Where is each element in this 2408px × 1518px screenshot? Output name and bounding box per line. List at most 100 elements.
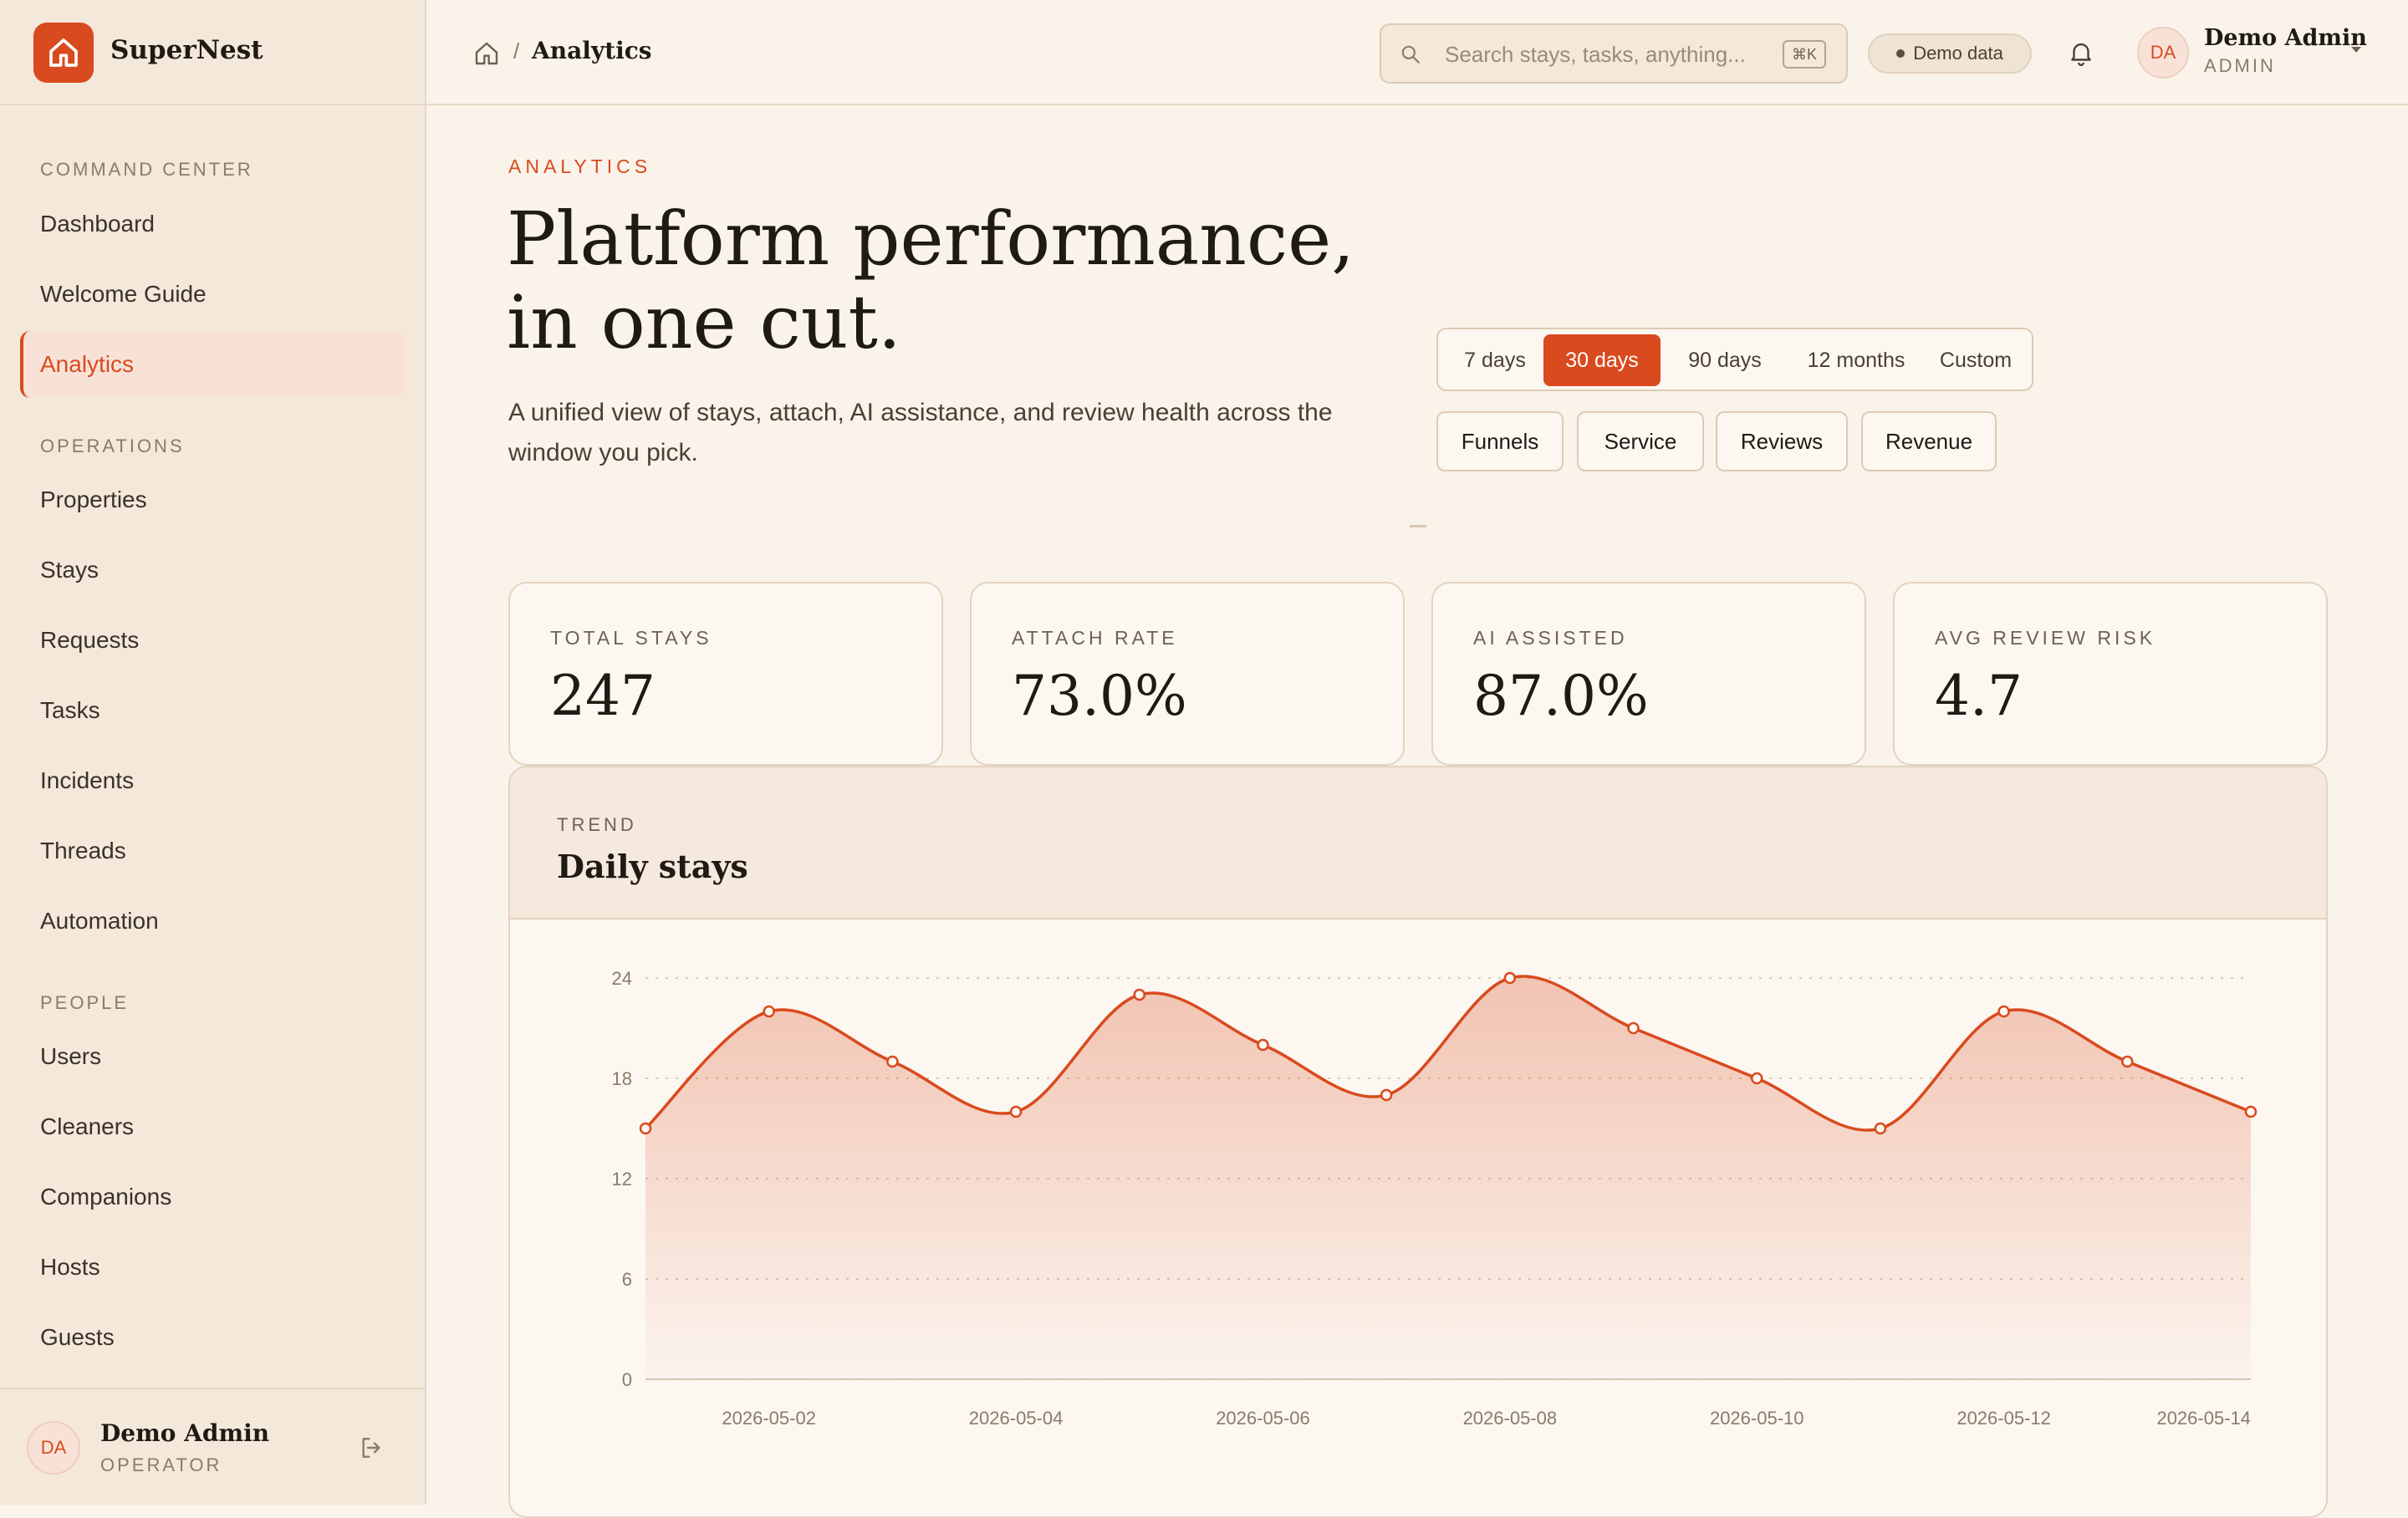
bell-icon[interactable] [2067, 38, 2095, 67]
page-title-line1: Platform performance, [507, 196, 1355, 282]
sidebar-item-properties[interactable]: Properties [20, 466, 406, 533]
x-tick-label: 2026-05-12 [1956, 1408, 2051, 1429]
range-90-days[interactable]: 90 days [1664, 334, 1786, 386]
data-point [1380, 1088, 1393, 1102]
footer-user-role: OPERATOR [100, 1454, 222, 1475]
kpi-card-attach-rate: ATTACH RATE 73.0% [970, 582, 1405, 766]
data-point [639, 1122, 652, 1135]
sidebar-item-hosts[interactable]: Hosts [20, 1234, 406, 1301]
kpi-label: AI ASSISTED [1473, 627, 1628, 649]
kpi-label: ATTACH RATE [1012, 627, 1178, 649]
nav-section-people: PEOPLE [40, 992, 130, 1013]
search-placeholder: Search stays, tasks, anything... [1445, 42, 1746, 67]
search-input[interactable]: Search stays, tasks, anything... ⌘K [1380, 23, 1848, 84]
logout-icon[interactable] [358, 1434, 385, 1461]
chart-header: TREND Daily stays [510, 767, 2326, 919]
status-dot [1896, 49, 1905, 58]
header-user-name[interactable]: Demo Admin [2204, 25, 2367, 51]
data-point [1133, 988, 1146, 1001]
sidebar-item-threads[interactable]: Threads [20, 818, 406, 884]
chart-eyebrow: TREND [557, 814, 637, 835]
data-point [763, 1005, 775, 1018]
data-point [1874, 1122, 1887, 1135]
sidebar-item-label: Tasks [40, 697, 100, 723]
sidebar-item-label: Incidents [40, 767, 135, 793]
demo-data-label: Demo data [1913, 43, 2003, 64]
sidebar-item-cleaners[interactable]: Cleaners [20, 1093, 406, 1160]
sidebar-item-label: Cleaners [40, 1113, 135, 1139]
x-tick-label: 2026-05-04 [969, 1408, 1064, 1429]
sidebar-item-label: Analytics [40, 351, 135, 377]
sidebar-item-label: Users [40, 1043, 102, 1069]
home-icon [33, 23, 94, 83]
chart-title: Daily stays [557, 848, 748, 885]
sidebar-item-tasks[interactable]: Tasks [20, 677, 406, 744]
sidebar-item-welcome-guide[interactable]: Welcome Guide [20, 261, 406, 328]
x-tick-label: 2026-05-14 [2156, 1408, 2251, 1429]
sidebar-item-label: Properties [40, 486, 147, 512]
range-custom[interactable]: Custom [1923, 334, 2028, 386]
sidebar-item-incidents[interactable]: Incidents [20, 747, 406, 814]
sidebar-item-requests[interactable]: Requests [20, 607, 406, 674]
page-eyebrow: ANALYTICS [508, 155, 652, 177]
sidebar-item-automation[interactable]: Automation [20, 888, 406, 955]
avatar[interactable]: DA [27, 1421, 80, 1475]
sidebar-item-users[interactable]: Users [20, 1023, 406, 1090]
sidebar-item-guests[interactable]: Guests [20, 1304, 406, 1371]
brand[interactable]: SuperNest [0, 0, 425, 105]
y-tick-label: 18 [612, 1068, 632, 1089]
kpi-label: AVG REVIEW RISK [1935, 627, 2156, 649]
chevron-down-icon[interactable] [2351, 47, 2361, 53]
search-shortcut: ⌘K [1783, 40, 1826, 69]
x-tick-label: 2026-05-10 [1710, 1408, 1804, 1429]
daily-stays-chart: 0 6 12 18 24 2026-05-02 2026-05-04 2026-05-06 20… [612, 968, 2258, 1429]
kpi-value: 87.0% [1473, 664, 1649, 728]
tab-revenue[interactable]: Revenue [1861, 411, 1997, 471]
sidebar: SuperNest COMMAND CENTER Dashboard Welco… [0, 0, 426, 1505]
sidebar-item-label: Dashboard [40, 211, 155, 237]
range-12-months[interactable]: 12 months [1789, 334, 1923, 386]
sidebar-item-label: Welcome Guide [40, 281, 207, 307]
y-tick-label: 0 [622, 1369, 632, 1390]
sidebar-item-analytics[interactable]: Analytics [20, 331, 406, 398]
top-header: / Analytics Search stays, tasks, anythin… [426, 0, 2408, 105]
sidebar-footer: DA Demo Admin OPERATOR [0, 1388, 425, 1505]
data-point [1750, 1072, 1763, 1085]
footer-user-name: Demo Admin [100, 1419, 270, 1447]
data-point [1257, 1038, 1269, 1052]
kpi-value: 4.7 [1935, 664, 2023, 728]
data-point [1997, 1005, 2010, 1018]
data-point [886, 1055, 899, 1068]
kpi-value: 247 [550, 664, 656, 728]
avatar[interactable]: DA [2137, 27, 2189, 79]
kpi-card-total-stays: TOTAL STAYS 247 [508, 582, 943, 766]
page-description-line1: A unified view of stays, attach, AI assi… [508, 399, 1333, 426]
breadcrumb-current: Analytics [532, 37, 652, 64]
range-selector: 7 days 30 days 90 days 12 months Custom [1436, 328, 2033, 391]
sidebar-item-stays[interactable]: Stays [20, 537, 406, 604]
demo-data-badge: Demo data [1868, 33, 2032, 74]
x-tick-label: 2026-05-08 [1463, 1408, 1558, 1429]
sidebar-item-label: Requests [40, 627, 140, 653]
data-point [2244, 1105, 2258, 1118]
tab-funnels[interactable]: Funnels [1436, 411, 1564, 471]
page-title-line2: in one cut. [507, 279, 901, 365]
sidebar-item-label: Threads [40, 838, 126, 863]
sidebar-item-companions[interactable]: Companions [20, 1164, 406, 1230]
tab-service[interactable]: Service [1577, 411, 1704, 471]
sidebar-item-label: Companions [40, 1184, 172, 1210]
page-description: A unified view of stays, attach, AI assi… [508, 393, 1333, 473]
sidebar-item-label: Stays [40, 557, 99, 583]
home-icon[interactable] [473, 40, 500, 67]
x-tick-label: 2026-05-06 [1216, 1408, 1310, 1429]
range-7-days[interactable]: 7 days [1443, 334, 1547, 386]
range-30-days[interactable]: 30 days [1543, 334, 1661, 386]
tab-reviews[interactable]: Reviews [1716, 411, 1848, 471]
nav-section-operations: OPERATIONS [40, 436, 185, 456]
page-description-line2: window you pick. [508, 439, 698, 466]
divider [1410, 525, 1426, 527]
brand-name: SuperNest [110, 35, 263, 65]
y-tick-label: 24 [612, 968, 632, 989]
page-title: Platform performance, in one cut. [507, 197, 1354, 364]
sidebar-item-dashboard[interactable]: Dashboard [20, 191, 406, 257]
